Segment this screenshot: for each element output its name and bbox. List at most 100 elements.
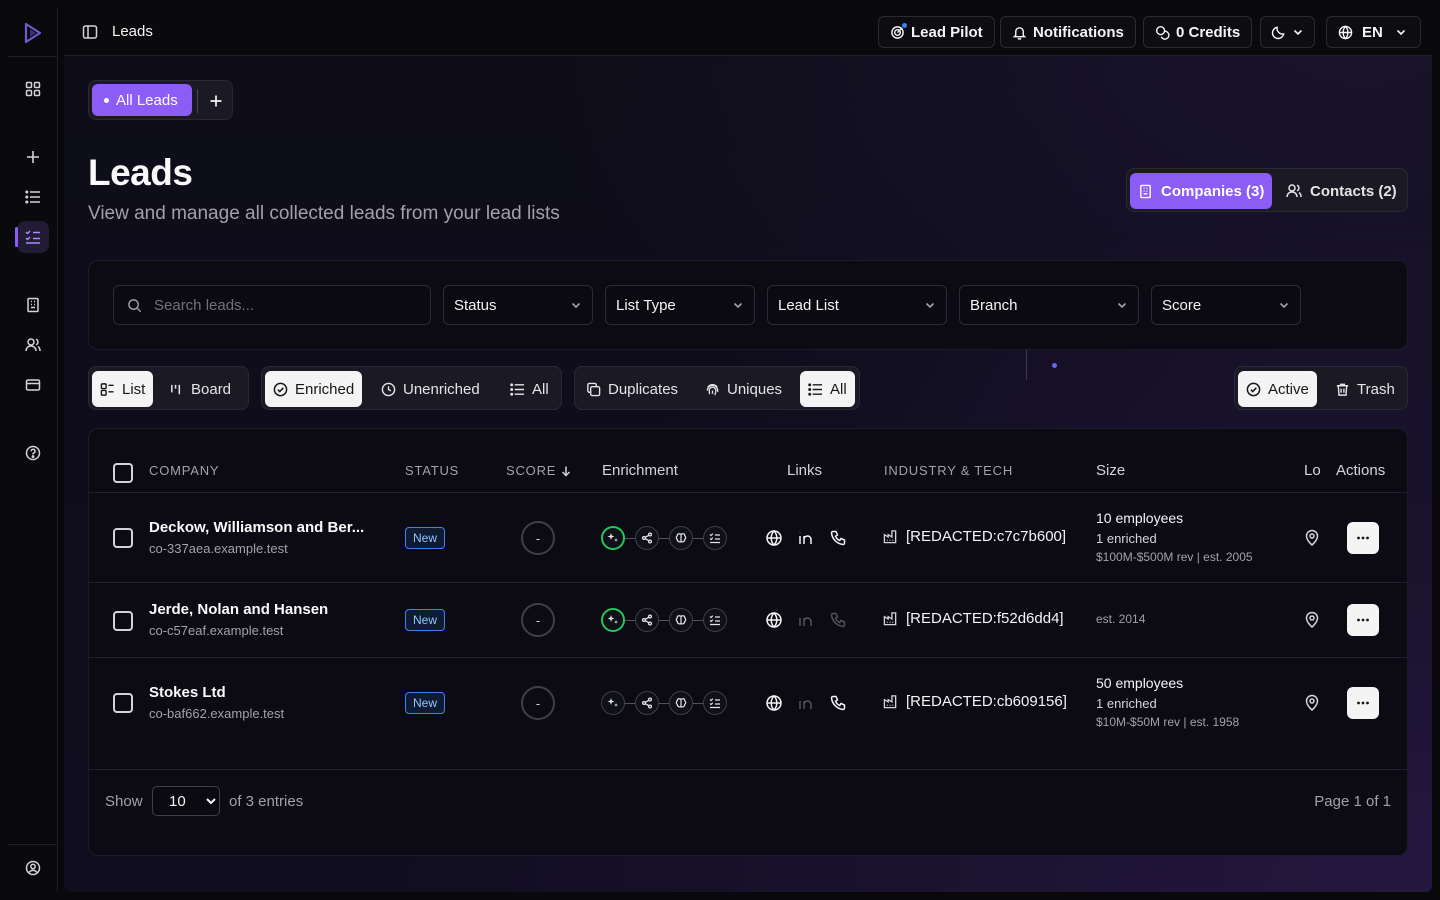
table-footer: Show 10 of 3 entries Page 1 of 1 (89, 769, 1407, 855)
sidebar-item-new[interactable] (17, 141, 49, 173)
sidebar-item-contacts[interactable] (17, 329, 49, 361)
chevron-down-icon (571, 302, 581, 309)
lead-pilot-button[interactable]: Lead Pilot (878, 16, 995, 48)
row-checkbox[interactable] (113, 693, 133, 713)
sidebar-toggle-button[interactable] (82, 24, 98, 40)
row-actions-button[interactable] (1347, 522, 1379, 554)
status-badge: New (405, 692, 446, 714)
lead-list-filter-label: Lead List (778, 296, 839, 314)
phone-link-icon[interactable] (829, 529, 847, 547)
row-checkbox[interactable] (113, 611, 133, 631)
industry-text: [REDACTED:c7c7b600] (906, 528, 1067, 545)
tab-all-leads-label: All Leads (116, 91, 178, 109)
language-label: EN (1362, 23, 1383, 41)
duplicates-filter-button[interactable]: Duplicates (578, 371, 686, 407)
phone-link-icon[interactable] (829, 694, 847, 712)
all-enrichment-filter-label: All (532, 380, 549, 398)
list-view-button[interactable]: List (92, 371, 154, 407)
table-row[interactable]: Stokes Ltd co-baf662.example.test New - (89, 658, 1407, 746)
website-link-icon[interactable] (765, 529, 783, 547)
language-select[interactable]: EN (1326, 16, 1421, 48)
notifications-button[interactable]: Notifications (1000, 16, 1136, 48)
factory-icon (883, 612, 897, 626)
enriched-filter-button[interactable]: Enriched (265, 371, 363, 407)
add-tab-button[interactable] (204, 89, 228, 113)
size-employees: 10 employees (1096, 510, 1184, 526)
uniques-filter-button[interactable]: Uniques (697, 371, 790, 407)
search-input[interactable] (154, 286, 424, 324)
lead-list-filter-select[interactable]: Lead List (767, 285, 947, 325)
column-score-label: SCORE (506, 463, 557, 478)
top-bar: Leads Lead Pilot Notifications 0 Credits… (64, 8, 1432, 56)
linkedin-link-icon[interactable] (797, 529, 815, 547)
theme-toggle-button[interactable] (1260, 16, 1315, 48)
pipeline-connector (625, 537, 635, 539)
main-content: Leads Lead Pilot Notifications 0 Credits… (64, 8, 1432, 892)
industry-text: [REDACTED:cb609156] (906, 693, 1067, 710)
location-icon[interactable] (1303, 529, 1321, 547)
sidebar-item-account[interactable] (17, 852, 49, 884)
sidebar-item-dashboard[interactable] (17, 73, 49, 105)
trash-filter-label: Trash (1357, 380, 1395, 398)
company-name[interactable]: Deckow, Williamson and Ber... (149, 519, 375, 536)
help-circle-icon (25, 445, 41, 461)
linkedin-link-icon (799, 614, 812, 626)
active-filter-button[interactable]: Active (1238, 371, 1317, 407)
status-filter-select[interactable]: Status (443, 285, 593, 325)
company-name[interactable]: Stokes Ltd (149, 684, 375, 701)
companies-toggle-button[interactable]: Companies (3) (1130, 173, 1273, 209)
score-filter-select[interactable]: Score (1151, 285, 1301, 325)
company-links (765, 611, 847, 629)
column-industry[interactable]: INDUSTRY & TECH (884, 463, 1013, 478)
contacts-toggle-button[interactable]: Contacts (2) (1278, 173, 1405, 209)
sidebar-item-lists[interactable] (17, 181, 49, 213)
column-location-label: Lo (1304, 462, 1321, 479)
enrichment-pipeline (601, 691, 727, 715)
lead-pilot-label: Lead Pilot (911, 23, 983, 41)
industry-cell: [REDACTED:f52d6dd4] (883, 610, 1064, 627)
company-name[interactable]: Jerde, Nolan and Hansen (149, 601, 375, 618)
all-enrichment-filter-button[interactable]: All (502, 371, 557, 407)
app-logo[interactable] (21, 21, 45, 45)
board-view-button[interactable]: Board (161, 371, 239, 407)
size-enriched: 1 enriched (1096, 696, 1157, 711)
page-size-select[interactable]: 10 (152, 786, 220, 816)
tab-divider (197, 89, 198, 113)
company-domain: co-337aea.example.test (149, 541, 288, 556)
table-row[interactable]: Deckow, Williamson and Ber... co-337aea.… (89, 493, 1407, 583)
unenriched-filter-button[interactable]: Unenriched (373, 371, 488, 407)
sidebar-item-billing[interactable] (17, 369, 49, 401)
globe-icon (1338, 24, 1353, 40)
row-actions-button[interactable] (1347, 687, 1379, 719)
all-duplicate-filter-button[interactable]: All (800, 371, 855, 407)
list-type-filter-select[interactable]: List Type (605, 285, 755, 325)
sparkles-icon (601, 608, 625, 632)
enrichment-filter-toggle: Enriched Unenriched All (261, 366, 562, 410)
sidebar-item-help[interactable] (17, 437, 49, 469)
branch-filter-select[interactable]: Branch (959, 285, 1139, 325)
location-icon[interactable] (1303, 694, 1321, 712)
more-horizontal-icon (1357, 701, 1369, 705)
sidebar-item-companies[interactable] (17, 289, 49, 321)
row-actions-button[interactable] (1347, 604, 1379, 636)
column-size-label: Size (1096, 462, 1126, 479)
credits-button[interactable]: 0 Credits (1143, 16, 1253, 48)
sidebar-divider (8, 56, 57, 57)
company-links (765, 694, 847, 712)
trash-icon (1336, 383, 1349, 396)
column-score[interactable]: SCORE (506, 463, 572, 478)
tab-all-leads[interactable]: All Leads (92, 84, 192, 116)
factory-icon (883, 695, 897, 709)
location-icon[interactable] (1303, 611, 1321, 629)
website-link-icon[interactable] (765, 694, 783, 712)
trash-filter-button[interactable]: Trash (1327, 371, 1403, 407)
factory-icon (883, 530, 897, 544)
column-status[interactable]: STATUS (405, 463, 459, 478)
select-all-checkbox[interactable] (113, 463, 133, 483)
table-row[interactable]: Jerde, Nolan and Hansen co-c57eaf.exampl… (89, 583, 1407, 658)
website-link-icon[interactable] (765, 611, 783, 629)
column-company[interactable]: COMPANY (149, 463, 219, 478)
column-enrichment: Enrichment (602, 462, 678, 479)
sidebar-item-leads[interactable] (15, 221, 49, 253)
row-checkbox[interactable] (113, 528, 133, 548)
